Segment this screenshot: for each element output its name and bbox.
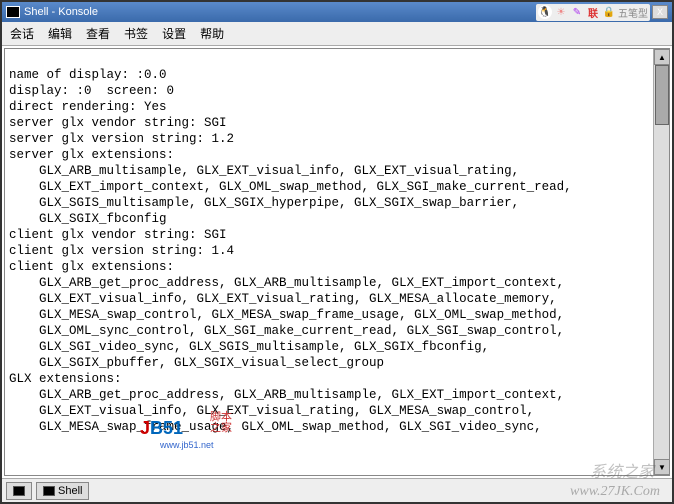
menu-settings[interactable]: 设置 — [162, 25, 186, 42]
statusbar: Shell — [2, 478, 672, 502]
app-icon — [6, 6, 20, 18]
konsole-window: Shell - Konsole 🐧 ☀ ✎ 联 🔒 五笔型 X 会话 编辑 查看… — [0, 0, 674, 504]
system-tray: 🐧 ☀ ✎ 联 🔒 五笔型 — [536, 4, 650, 21]
ime-label: 五笔型 — [618, 5, 648, 20]
tab-shell[interactable]: Shell — [36, 482, 89, 500]
terminal-container: name of display: :0.0 display: :0 screen… — [4, 48, 670, 476]
lock-icon[interactable]: 🔒 — [602, 5, 616, 19]
menu-bookmarks[interactable]: 书签 — [124, 25, 148, 42]
window-title: Shell - Konsole — [24, 6, 536, 18]
menu-help[interactable]: 帮助 — [200, 25, 224, 42]
tab-icon — [43, 486, 55, 496]
new-tab-button[interactable] — [6, 482, 32, 500]
terminal-output[interactable]: name of display: :0.0 display: :0 screen… — [5, 49, 653, 475]
scroll-down-button[interactable]: ▼ — [654, 459, 670, 475]
menubar: 会话 编辑 查看 书签 设置 帮助 — [2, 22, 672, 46]
new-tab-icon — [13, 486, 25, 496]
scroll-thumb[interactable] — [655, 65, 669, 125]
pen-icon[interactable]: ✎ — [570, 5, 584, 19]
scroll-up-button[interactable]: ▲ — [654, 49, 670, 65]
close-button[interactable]: X — [652, 5, 668, 19]
titlebar[interactable]: Shell - Konsole 🐧 ☀ ✎ 联 🔒 五笔型 X — [2, 2, 672, 22]
scrollbar[interactable]: ▲ ▼ — [653, 49, 669, 475]
ime-status-icon[interactable]: 联 — [586, 5, 600, 19]
tab-label: Shell — [58, 485, 82, 497]
weather-icon[interactable]: ☀ — [554, 5, 568, 19]
menu-view[interactable]: 查看 — [86, 25, 110, 42]
menu-session[interactable]: 会话 — [10, 25, 34, 42]
tux-icon[interactable]: 🐧 — [538, 5, 552, 19]
menu-edit[interactable]: 编辑 — [48, 25, 72, 42]
